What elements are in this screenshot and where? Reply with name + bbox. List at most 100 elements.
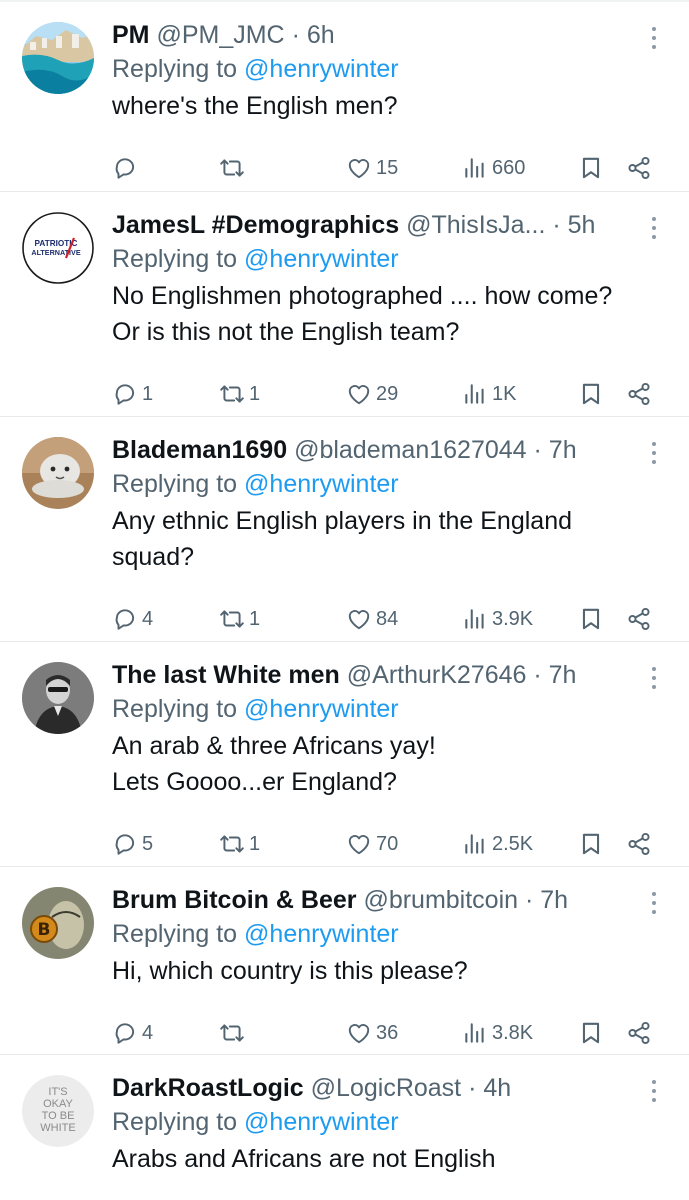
retweet-icon — [219, 155, 245, 181]
avatar[interactable]: B — [22, 887, 94, 959]
share-button[interactable] — [626, 1018, 652, 1048]
replying-to-link[interactable]: @henrywinter — [244, 245, 399, 273]
display-name[interactable]: Brum Bitcoin & Beer — [112, 886, 356, 914]
reply-tweet[interactable]: IT'S OKAY TO BE WHITE DarkRoastLogic @LogicR… — [0, 1055, 689, 1200]
replying-to-link[interactable]: @henrywinter — [244, 55, 399, 83]
views-button[interactable]: 3.8K — [462, 1018, 533, 1048]
share-icon — [626, 381, 652, 407]
share-icon — [626, 1020, 652, 1046]
replying-to: Replying to @henrywinter — [112, 915, 639, 953]
retweet-button[interactable]: 1 — [219, 604, 260, 634]
bookmark-button[interactable] — [578, 829, 604, 859]
separator-dot: · — [545, 211, 568, 239]
like-button[interactable]: 84 — [346, 604, 398, 634]
timestamp[interactable]: 7h — [549, 436, 577, 464]
reply-button[interactable]: 5 — [112, 829, 153, 859]
retweet-icon — [219, 381, 245, 407]
retweet-button[interactable]: 1 — [219, 379, 260, 409]
bookmark-icon — [578, 606, 604, 632]
reply-icon — [112, 381, 138, 407]
bar-chart-icon — [462, 155, 488, 181]
reply-button[interactable]: 4 — [112, 1018, 153, 1048]
more-options-icon[interactable] — [649, 892, 659, 914]
timestamp[interactable]: 6h — [307, 21, 335, 49]
like-button[interactable]: 29 — [346, 379, 398, 409]
replying-to-link[interactable]: @henrywinter — [244, 1108, 399, 1136]
share-icon — [626, 831, 652, 857]
likes-count: 15 — [376, 156, 399, 179]
retweet-button[interactable]: 1 — [219, 829, 260, 859]
user-handle[interactable]: @brumbitcoin — [363, 886, 518, 914]
display-name[interactable]: Blademan1690 — [112, 436, 287, 464]
retweets-count: 1 — [249, 382, 261, 405]
avatar[interactable]: IT'S OKAY TO BE WHITE — [22, 1075, 94, 1147]
more-options-icon[interactable] — [649, 442, 659, 464]
separator-dot: · — [526, 436, 549, 464]
views-count: 3.9K — [492, 607, 534, 630]
user-handle[interactable]: @blademan1627044 — [294, 436, 527, 464]
avatar[interactable] — [22, 22, 94, 94]
bar-chart-icon — [462, 1020, 488, 1046]
replying-to-label: Replying to — [112, 55, 238, 83]
more-options-icon[interactable] — [649, 1080, 659, 1102]
user-handle[interactable]: @PM_JMC — [156, 21, 284, 49]
reply-tweet[interactable]: PM @PM_JMC · 6h Replying to @henrywinter w… — [0, 2, 689, 192]
avatar[interactable]: PATRIOTIC ALTERNATIVE — [22, 212, 94, 284]
reply-tweet[interactable]: Blademan1690 @blademan1627044 · 7h Replyi… — [0, 417, 689, 642]
action-bar: 4 36 3.8K — [112, 1018, 662, 1048]
bookmark-button[interactable] — [578, 1018, 604, 1048]
tweet-text-line: Any ethnic English players in the Englan… — [112, 507, 573, 535]
tweet-text-line: where's the English men? — [112, 92, 398, 120]
user-handle[interactable]: @ArthurK27646 — [347, 661, 527, 689]
replying-to-label: Replying to — [112, 1108, 238, 1136]
display-name[interactable]: JamesL #Demographics — [112, 211, 399, 239]
bookmark-button[interactable] — [578, 604, 604, 634]
replying-to-label: Replying to — [112, 695, 238, 723]
user-handle[interactable]: @ThisIsJa... — [406, 211, 545, 239]
retweet-button[interactable] — [219, 1018, 249, 1048]
separator-dot: · — [461, 1074, 484, 1102]
timestamp[interactable]: 7h — [540, 886, 568, 914]
tweet-header: PM @PM_JMC · 6h — [112, 20, 639, 50]
avatar[interactable] — [22, 437, 94, 509]
avatar[interactable] — [22, 662, 94, 734]
timestamp[interactable]: 4h — [483, 1074, 511, 1102]
replying-to-link[interactable]: @henrywinter — [244, 920, 399, 948]
reply-feed: PM @PM_JMC · 6h Replying to @henrywinter w… — [0, 0, 689, 1200]
reply-button[interactable]: 4 — [112, 604, 153, 634]
reply-tweet[interactable]: PATRIOTIC ALTERNATIVE JamesL #Demographics… — [0, 192, 689, 417]
reply-button[interactable]: 1 — [112, 379, 153, 409]
more-options-icon[interactable] — [649, 27, 659, 49]
share-button[interactable] — [626, 829, 652, 859]
tweet-text-line: squad? — [112, 543, 195, 571]
views-button[interactable]: 3.9K — [462, 604, 533, 634]
like-button[interactable]: 36 — [346, 1018, 398, 1048]
share-button[interactable] — [626, 379, 652, 409]
reply-tweet[interactable]: The last White men @ArthurK27646 · 7h Rep… — [0, 642, 689, 867]
replying-to-link[interactable]: @henrywinter — [244, 470, 399, 498]
views-button[interactable]: 1K — [462, 379, 516, 409]
like-button[interactable]: 15 — [346, 153, 398, 183]
bookmark-button[interactable] — [578, 379, 604, 409]
timestamp[interactable]: 7h — [549, 661, 577, 689]
share-button[interactable] — [626, 604, 652, 634]
reply-button[interactable] — [112, 153, 142, 183]
replying-to-link[interactable]: @henrywinter — [244, 695, 399, 723]
display-name[interactable]: PM — [112, 21, 150, 49]
reply-tweet[interactable]: B Brum Bitcoin & Beer @brumbitcoin · 7h Re… — [0, 867, 689, 1055]
user-handle[interactable]: @LogicRoast — [311, 1074, 461, 1102]
bookmark-button[interactable] — [578, 153, 604, 183]
retweet-button[interactable] — [219, 153, 249, 183]
share-button[interactable] — [626, 153, 652, 183]
views-button[interactable]: 660 — [462, 153, 525, 183]
timestamp[interactable]: 5h — [568, 211, 596, 239]
reply-icon — [112, 1020, 138, 1046]
display-name[interactable]: DarkRoastLogic — [112, 1074, 304, 1102]
more-options-icon[interactable] — [649, 667, 659, 689]
like-button[interactable]: 70 — [346, 829, 398, 859]
display-name[interactable]: The last White men — [112, 661, 340, 689]
views-button[interactable]: 2.5K — [462, 829, 533, 859]
tweet-header: Blademan1690 @blademan1627044 · 7h — [112, 435, 639, 465]
reply-icon — [112, 831, 138, 857]
more-options-icon[interactable] — [649, 217, 659, 239]
